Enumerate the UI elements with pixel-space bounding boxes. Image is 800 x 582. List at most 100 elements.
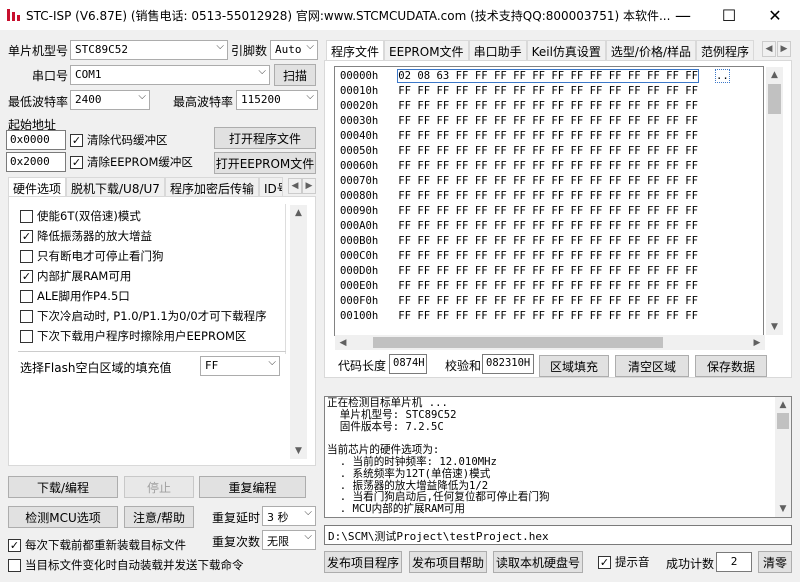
maximize-button[interactable]: ☐ — [706, 0, 752, 30]
hex-view[interactable]: 00000h 02 08 63 FF FF FF FF FF FF FF FF F… — [334, 66, 764, 336]
clear-eeprom-option[interactable]: ✓ 清除EEPROM缓冲区 — [70, 152, 193, 172]
log-scrollbar[interactable]: ▲ ▼ — [775, 397, 791, 517]
checkbox[interactable]: ✓ — [8, 538, 21, 552]
checkbox[interactable]: ✓ — [70, 133, 83, 147]
option-cold-start[interactable]: 下次冷启动时, P1.0/P1.1为0/0才可下载程序 — [20, 306, 267, 326]
checksum-value: 082310H — [482, 354, 534, 374]
hex-row: 000B0h FF FF FF FF FF FF FF FF FF FF FF F… — [340, 234, 729, 249]
port-select[interactable]: COM1 ⌵ — [70, 65, 270, 85]
pins-select[interactable]: Auto ⌵ — [270, 40, 318, 60]
clear-code-label: 清除代码缓冲区 — [87, 133, 168, 147]
option-watchdog[interactable]: 只有断电才可停止看门狗 — [20, 246, 164, 266]
fill-region-button[interactable]: 区域填充 — [539, 355, 609, 377]
auto-load-option[interactable]: 当目标文件变化时自动装载并发送下载命令 — [8, 555, 244, 575]
tab-scroll-left-icon[interactable]: ◀ — [762, 41, 776, 57]
scroll-right-icon[interactable]: ▶ — [749, 335, 765, 350]
publish-project-button[interactable]: 发布项目程序 — [324, 551, 402, 573]
checkbox[interactable]: ✓ — [598, 555, 611, 569]
option-ale-pin[interactable]: ALE脚用作P4.5口 — [20, 286, 130, 306]
option-ext-ram[interactable]: ✓ 内部扩展RAM可用 — [20, 266, 131, 286]
open-eeprom-file-button[interactable]: 打开EEPROM文件 — [214, 152, 316, 174]
checkbox[interactable]: ✓ — [70, 155, 83, 169]
scroll-down-icon[interactable]: ▼ — [766, 319, 783, 335]
clear-code-option[interactable]: ✓ 清除代码缓冲区 — [70, 130, 168, 150]
open-program-file-button[interactable]: 打开程序文件 — [214, 127, 316, 149]
addr-eeprom-field[interactable]: 0x2000 — [6, 152, 66, 172]
scroll-down-icon[interactable]: ▼ — [290, 443, 307, 459]
repeat-count-select[interactable]: 无限 ⌵ — [262, 530, 316, 550]
max-baud-value: 115200 — [241, 93, 281, 106]
tab-encrypted-transfer[interactable]: 程序加密后传输 — [164, 177, 259, 197]
reload-each-option[interactable]: ✓ 每次下载前都重新装载目标文件 — [8, 535, 186, 555]
notes-help-button[interactable]: 注意/帮助 — [124, 506, 194, 528]
clear-region-button[interactable]: 清空区域 — [615, 355, 689, 377]
repeat-delay-select[interactable]: 3 秒 ⌵ — [262, 506, 316, 526]
checkbox[interactable] — [20, 289, 33, 303]
checkbox[interactable] — [20, 209, 33, 223]
scroll-up-icon[interactable]: ▲ — [775, 397, 791, 413]
publish-help-button[interactable]: 发布项目帮助 — [409, 551, 487, 573]
hex-row: 00010h FF FF FF FF FF FF FF FF FF FF FF F… — [340, 84, 729, 99]
checkbox[interactable]: ✓ — [20, 269, 33, 283]
tab-serial-assistant[interactable]: 串口助手 — [468, 40, 527, 60]
scroll-up-icon[interactable]: ▲ — [766, 67, 783, 83]
min-baud-select[interactable]: 2400 ⌵ — [70, 90, 150, 110]
tab-id[interactable]: ID号 — [258, 177, 283, 197]
download-program-button[interactable]: 下载/编程 — [8, 476, 118, 498]
log-output[interactable]: 正在检测目标单片机 ... 单片机型号: STC89C52 固件版本号: 7.2… — [324, 396, 792, 518]
addr-code-field[interactable]: 0x0000 — [6, 130, 66, 150]
hex-bytes: FF FF FF FF FF FF FF FF FF FF FF FF FF F… — [398, 160, 699, 172]
option-6t-mode[interactable]: 使能6T(双倍速)模式 — [20, 206, 141, 226]
scroll-left-icon[interactable]: ◀ — [335, 335, 351, 350]
tab-offline-download[interactable]: 脱机下载/U8/U7 — [66, 177, 165, 197]
checkbox[interactable] — [8, 558, 21, 572]
checkbox[interactable] — [20, 309, 33, 323]
hex-vscrollbar[interactable]: ▲ ▼ — [766, 67, 783, 335]
read-disk-id-button[interactable]: 读取本机硬盘号 — [493, 551, 583, 573]
clear-count-button[interactable]: 清零 — [758, 551, 792, 573]
close-button[interactable]: ✕ — [752, 0, 798, 30]
scroll-thumb[interactable] — [777, 413, 789, 429]
success-count-label: 成功计数 — [666, 557, 715, 571]
repeat-program-button[interactable]: 重复编程 — [199, 476, 306, 498]
hex-row: 000F0h FF FF FF FF FF FF FF FF FF FF FF F… — [340, 294, 729, 309]
save-data-button[interactable]: 保存数据 — [695, 355, 767, 377]
tab-keil-settings[interactable]: Keil仿真设置 — [526, 40, 606, 60]
tab-scroll-right-icon[interactable]: ▶ — [777, 41, 791, 57]
check-mcu-options-button[interactable]: 检测MCU选项 — [8, 506, 118, 528]
tab-selection-price[interactable]: 选型/价格/样品 — [605, 40, 696, 60]
fill-value-select[interactable]: FF ⌵ — [200, 356, 280, 376]
checkbox[interactable]: ✓ — [20, 229, 33, 243]
scan-button[interactable]: 扫描 — [274, 64, 316, 86]
checkbox[interactable] — [20, 249, 33, 263]
hex-address: 00050h — [340, 145, 379, 157]
tab-examples[interactable]: 范例程序 — [696, 40, 755, 60]
hex-file-path[interactable]: D:\SCM\测试Project\testProject.hex — [324, 525, 792, 545]
hex-address: 00030h — [340, 115, 379, 127]
min-baud-value: 2400 — [75, 93, 102, 106]
hex-hscrollbar[interactable]: ◀ ▶ — [335, 335, 765, 350]
auto-load-label: 当目标文件变化时自动装载并发送下载命令 — [25, 558, 244, 572]
hex-address: 00060h — [340, 160, 379, 172]
scroll-up-icon[interactable]: ▲ — [290, 205, 307, 221]
beep-option[interactable]: ✓ 提示音 — [598, 552, 650, 572]
scroll-thumb[interactable] — [768, 84, 781, 114]
tab-hardware-options[interactable]: 硬件选项 — [8, 177, 67, 197]
stop-button[interactable]: 停止 — [124, 476, 194, 498]
option-erase-eeprom[interactable]: 下次下载用户程序时擦除用户EEPROM区 — [20, 326, 246, 346]
option-reduce-gain[interactable]: ✓ 降低振荡器的放大增益 — [20, 226, 152, 246]
max-baud-select[interactable]: 115200 ⌵ — [236, 90, 318, 110]
tab-eeprom-file[interactable]: EEPROM文件 — [384, 40, 469, 60]
mcu-select[interactable]: STC89C52 ⌵ — [70, 40, 228, 60]
tab-program-file[interactable]: 程序文件 — [326, 40, 385, 60]
minimize-button[interactable]: — — [660, 0, 706, 30]
tab-scroll-right-icon[interactable]: ▶ — [302, 178, 316, 194]
hex-row: 00020h FF FF FF FF FF FF FF FF FF FF FF F… — [340, 99, 729, 114]
options-scrollbar[interactable]: ▲ ▼ — [290, 205, 307, 459]
scroll-thumb[interactable] — [373, 337, 663, 348]
checkbox[interactable] — [20, 329, 33, 343]
log-line: . 当前的时钟频率: 12.010MHz — [327, 455, 497, 468]
hex-address: 00000h — [340, 70, 379, 82]
scroll-down-icon[interactable]: ▼ — [775, 501, 791, 517]
tab-scroll-left-icon[interactable]: ◀ — [288, 178, 302, 194]
